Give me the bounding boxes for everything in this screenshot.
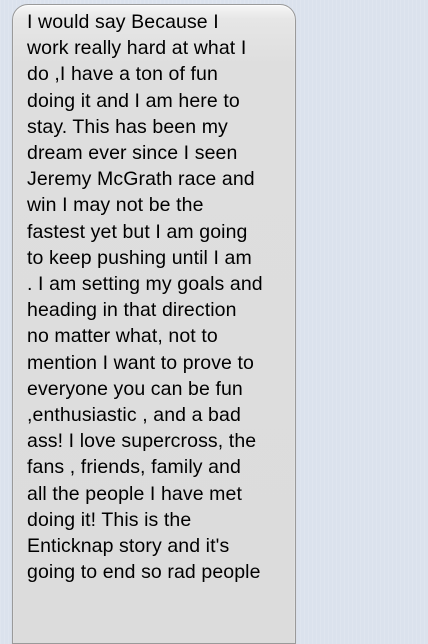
message-line: I would say Because I [27,11,219,33]
message-line: everyone you can be fun [27,377,243,400]
message-line: doing it! This is the [27,508,192,531]
message-line: do ,I have a ton of fun [27,63,218,86]
message-line: all the people I have met [27,482,242,505]
message-line: heading in that direction [27,299,237,322]
message-line: . I am setting my goals and [27,273,263,296]
message-line: win I may not be the [27,194,204,217]
message-line: stay. This has been my [27,115,228,138]
message-line: work really hard at what I [27,37,247,60]
message-line: doing it and I am here to [27,89,240,112]
message-line: Jeremy McGrath race and [27,168,255,191]
message-line: fans , friends, family and [27,456,241,479]
message-line: ass! I love supercross, the [27,430,257,453]
message-bubble[interactable]: I would say Because I work really hard a… [12,4,296,644]
message-line: fastest yet but I am going [27,220,248,243]
message-line: Enticknap story and it's [27,535,230,558]
message-line: to keep pushing until I am [27,246,252,269]
message-line: ,enthusiastic , and a bad [27,404,241,427]
message-line: no matter what, not to [27,325,218,348]
message-text: I would say Because I work really hard a… [27,9,285,585]
message-line: mention I want to prove to [27,351,254,374]
message-line: dream ever since I seen [27,142,238,165]
message-line: going to end so rad people [27,561,261,584]
